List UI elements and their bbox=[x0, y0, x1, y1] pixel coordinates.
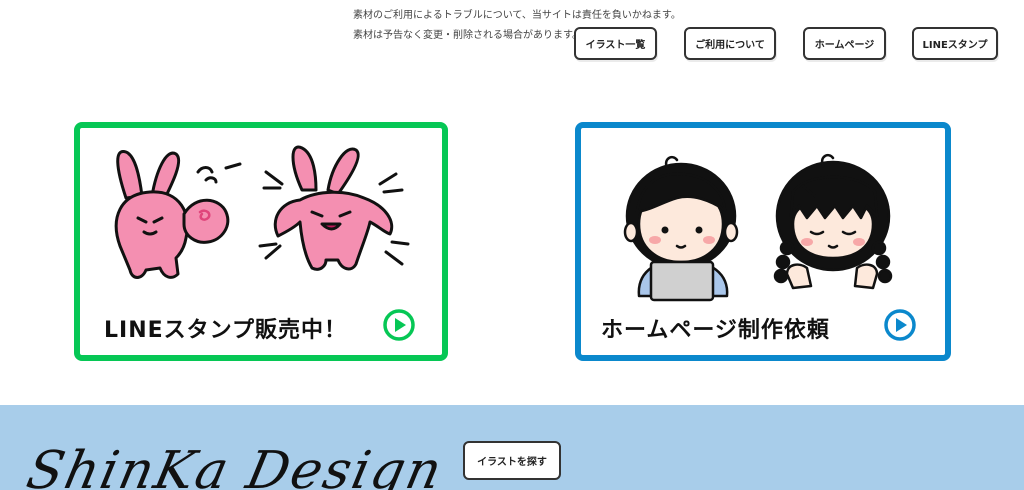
play-circle-icon bbox=[383, 309, 415, 341]
nav-line-stamp-button[interactable]: LINEスタンプ bbox=[912, 27, 998, 60]
search-illustrations-button[interactable]: イラストを探す bbox=[463, 441, 561, 480]
footer-band: ShinKa Design イラストを探す bbox=[0, 405, 1024, 490]
nav-illust-list-button[interactable]: イラスト一覧 bbox=[574, 27, 657, 60]
nav-homepage-button[interactable]: ホームページ bbox=[803, 27, 886, 60]
line-stamp-banner-title: LINEスタンプ販売中！ bbox=[104, 318, 347, 343]
notice-line-1: 素材のご利用によるトラブルについて、当サイトは責任を負いかねます。 bbox=[353, 10, 681, 21]
homepage-request-banner-title: ホームページ制作依頼 bbox=[601, 318, 830, 343]
line-stamp-banner[interactable]: LINEスタンプ販売中！ bbox=[74, 122, 448, 361]
nav-usage-button[interactable]: ご利用について bbox=[684, 27, 776, 60]
homepage-request-banner[interactable]: ホームページ制作依頼 bbox=[575, 122, 951, 361]
play-circle-icon bbox=[884, 309, 916, 341]
site-logo[interactable]: ShinKa Design bbox=[22, 441, 449, 490]
